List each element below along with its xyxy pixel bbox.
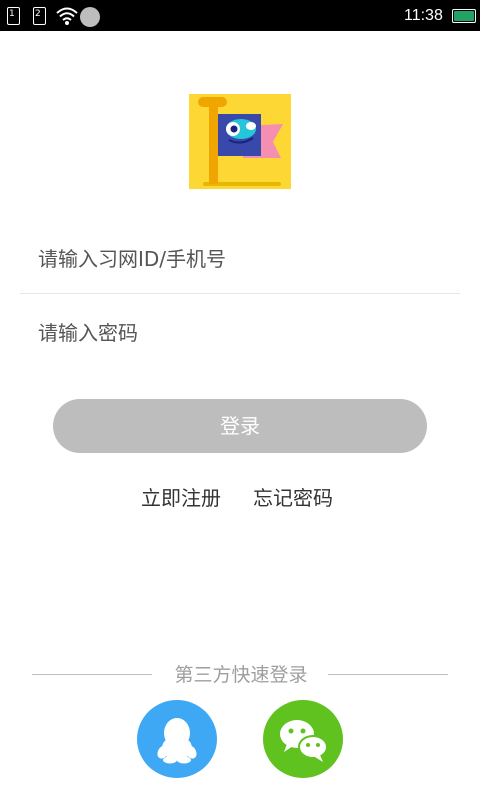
wechat-login-button[interactable] bbox=[263, 700, 343, 778]
sim1-label: 1 bbox=[9, 9, 15, 19]
third-party-login-label: 第三方快速登录 bbox=[174, 664, 308, 686]
sim1-icon: 1 bbox=[7, 7, 20, 25]
wechat-icon bbox=[280, 720, 328, 762]
divider-right bbox=[328, 674, 448, 675]
app-logo-icon bbox=[189, 94, 291, 189]
login-button[interactable]: 登录 bbox=[53, 399, 427, 453]
wifi-icon bbox=[56, 7, 78, 25]
sim2-icon: 2 bbox=[33, 7, 46, 25]
notification-dot-icon bbox=[80, 7, 100, 27]
status-bar: 1 2 11:38 bbox=[0, 0, 480, 31]
sim2-label: 2 bbox=[35, 9, 41, 19]
account-input[interactable]: 请输入习网ID/手机号 bbox=[20, 224, 460, 294]
status-time: 11:38 bbox=[404, 7, 443, 24]
register-link[interactable]: 立即注册 bbox=[141, 485, 221, 511]
battery-level bbox=[454, 11, 474, 21]
divider-left bbox=[32, 674, 152, 675]
password-input[interactable]: 请输入密码 bbox=[20, 298, 460, 368]
qq-penguin-icon bbox=[157, 718, 197, 764]
battery-icon bbox=[452, 9, 476, 23]
qq-login-button[interactable] bbox=[137, 700, 217, 778]
forgot-password-link[interactable]: 忘记密码 bbox=[253, 485, 333, 511]
